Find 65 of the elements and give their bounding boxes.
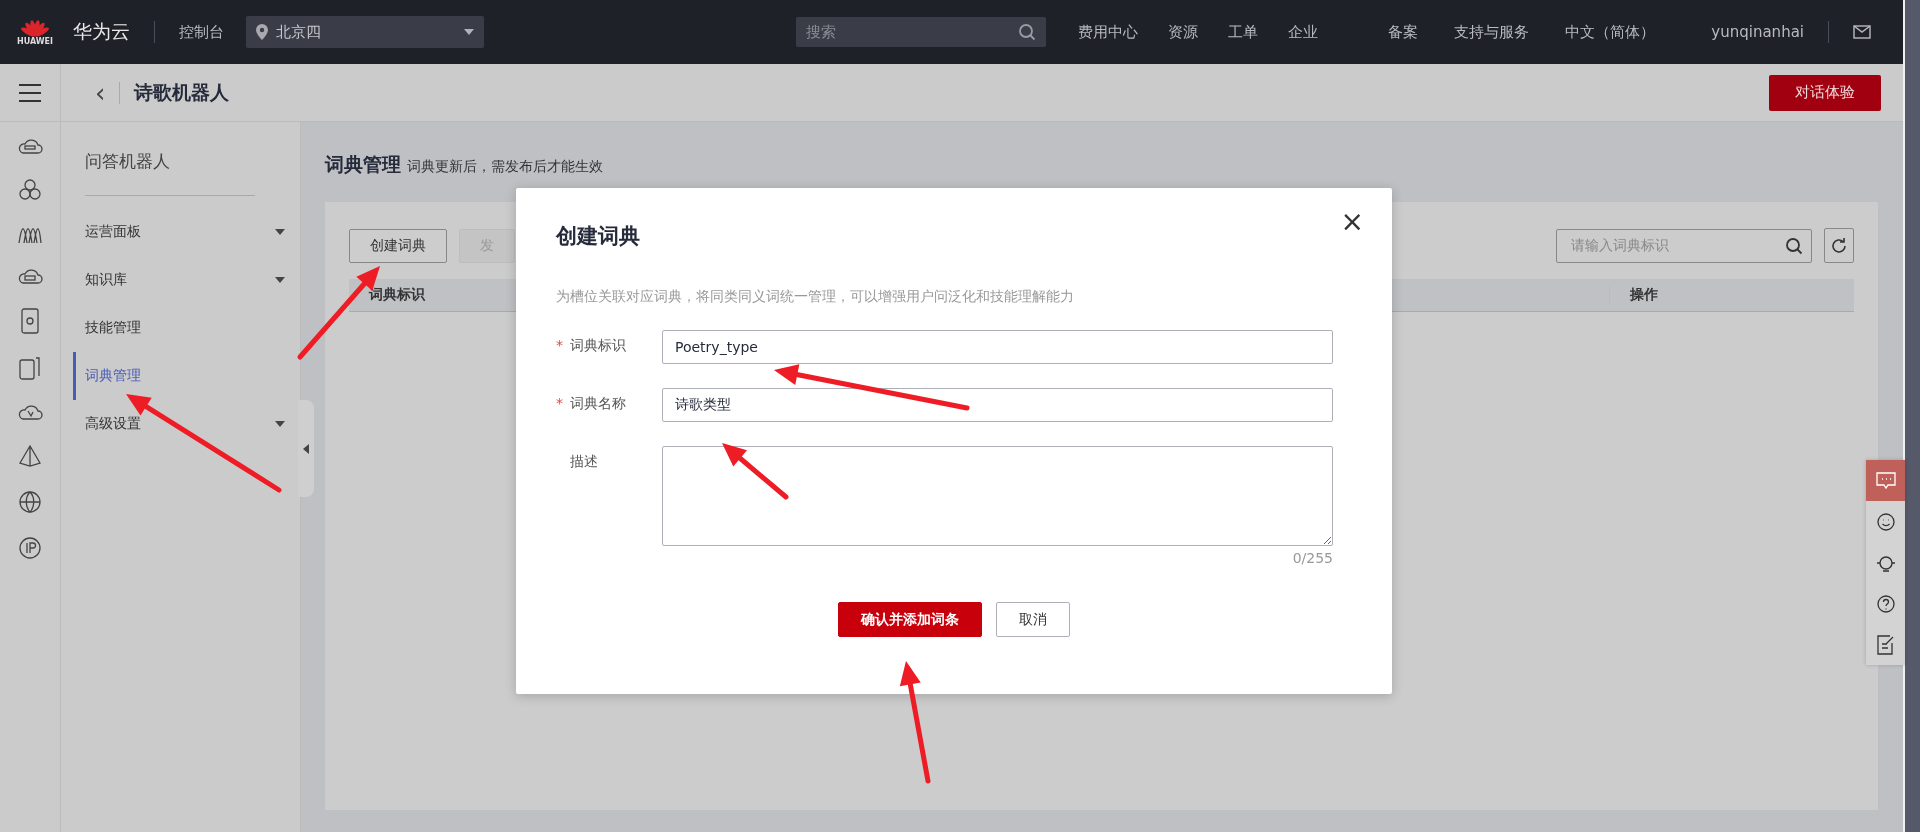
sidebar-title: 问答机器人 <box>85 122 255 196</box>
menu-icon[interactable] <box>19 83 41 102</box>
page-title: 词典管理 <box>325 152 401 177</box>
edit-icon <box>1876 634 1895 655</box>
refresh-icon <box>1830 236 1848 255</box>
console-link[interactable]: 控制台 <box>179 22 224 42</box>
toolbar-icon-button[interactable] <box>1866 460 1905 501</box>
nav-link[interactable]: 费用中心 <box>1078 22 1139 42</box>
confirm-button[interactable]: 确认并添加词条 <box>838 602 982 637</box>
back-button[interactable]: ‹ <box>95 81 121 104</box>
dialog-description: 为槽位关联对应词典，将同类同义词统一管理，可以增强用户问泛化和技能理解能力 <box>556 288 1075 306</box>
device-icon[interactable] <box>21 308 39 334</box>
input-field[interactable]: Poetry_type <box>662 330 1333 364</box>
logo-icon <box>21 18 49 37</box>
cloud-icon[interactable] <box>17 266 43 286</box>
description-field[interactable] <box>662 446 1333 546</box>
sidebar-item[interactable]: 运营面板 <box>73 208 300 256</box>
ip-icon[interactable] <box>18 536 42 560</box>
cloud-icon[interactable] <box>17 136 43 156</box>
search-icon <box>1785 236 1803 255</box>
nav-link[interactable]: 资源 <box>1168 22 1199 42</box>
dialog-title: 创建词典 <box>556 223 641 250</box>
hexagons-icon[interactable] <box>18 178 42 202</box>
required-mark: * <box>556 395 563 411</box>
sidebar-item[interactable]: 知识库 <box>73 256 300 304</box>
close-button[interactable]: × <box>1334 204 1370 239</box>
logo-text: HUAWEI <box>16 36 53 46</box>
search-icon <box>1018 23 1037 41</box>
input-field[interactable]: 诗歌类型 <box>662 388 1333 422</box>
page-header-title: 诗歌机器人 <box>134 79 230 105</box>
mail-icon[interactable] <box>1853 25 1871 39</box>
pyramid-icon[interactable] <box>18 444 42 468</box>
caret-icon <box>464 29 474 35</box>
chat-icon <box>1875 471 1896 490</box>
refresh-button[interactable] <box>1824 228 1854 263</box>
smiley-icon <box>1875 511 1896 532</box>
user-name[interactable]: yunqinanhai <box>1711 23 1804 41</box>
location-pin-icon <box>256 24 268 40</box>
nav-link[interactable]: 工单 <box>1228 22 1259 42</box>
nav-link[interactable]: 中文（简体） <box>1565 22 1656 42</box>
field-label: 词典标识 <box>570 337 626 355</box>
column-header: 操作 <box>1630 286 1658 302</box>
sidebar-item[interactable]: 技能管理 <box>73 304 300 352</box>
required-mark: * <box>556 337 563 353</box>
field-label: 描述 <box>570 453 598 471</box>
sidebar-item[interactable]: 高级设置 <box>73 400 300 448</box>
scrollbar[interactable] <box>1903 0 1920 832</box>
page-hint: 词典更新后，需发布后才能生效 <box>407 158 603 176</box>
field-label: 词典名称 <box>570 395 626 413</box>
nav-link[interactable]: 备案 <box>1388 22 1419 42</box>
toolbar-button[interactable]: 创建词典 <box>349 228 447 263</box>
chat-test-button[interactable]: 对话体验 <box>1769 74 1881 111</box>
nav-link[interactable]: 支持与服务 <box>1454 22 1530 42</box>
column-header: 词典标识 <box>369 286 425 302</box>
annotation-arrow <box>722 443 789 500</box>
cloud-icon[interactable] <box>17 402 43 422</box>
collapse-handle[interactable] <box>298 400 314 497</box>
char-counter: 0/255 <box>1292 550 1333 566</box>
globe-icon[interactable] <box>18 490 42 514</box>
product-name[interactable]: 华为云 <box>73 19 130 45</box>
devices-icon[interactable] <box>19 356 41 380</box>
region-select[interactable]: 北京四 <box>246 16 484 48</box>
help-icon <box>1875 593 1896 614</box>
nav-link[interactable]: 企业 <box>1288 22 1319 42</box>
cancel-button[interactable]: 取消 <box>996 602 1070 637</box>
